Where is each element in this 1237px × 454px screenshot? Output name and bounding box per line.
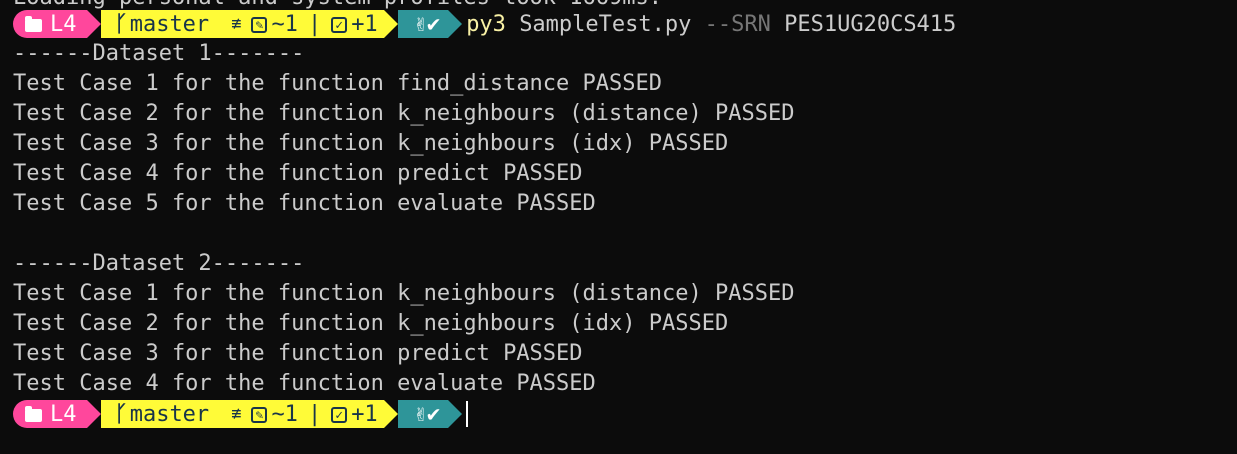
prompt-git-segment: ᚴ master ≢ ✎ ~1 | ✓ +1 (100, 10, 398, 38)
git-branch-icon: ᚴ (114, 11, 128, 37)
check-box-icon: ✓ (331, 17, 348, 33)
output-line: ------Dataset 2------- (13, 251, 305, 276)
command-flag: --SRN (704, 11, 771, 37)
output-line: Test Case 1 for the function find_distan… (13, 71, 663, 96)
git-branch-icon: ᚴ (114, 401, 128, 427)
output-line: Test Case 3 for the function k_neighbour… (13, 131, 729, 156)
prompt-staged-count: +1 (351, 11, 378, 37)
prompt-folder-name: L4 (50, 401, 77, 427)
output-line: Test Case 5 for the function evaluate PA… (13, 191, 596, 216)
output-line: Test Case 2 for the function k_neighbour… (13, 101, 795, 126)
output-line: Test Case 4 for the function evaluate PA… (13, 371, 596, 396)
prompt-branch-name: master (129, 11, 210, 37)
prompt-line-1: L4 ᚴ master ≢ ✎ ~1 | ✓ +1 ✌✔ py3 SampleT… (13, 10, 956, 38)
hand-check-icon: ✌✔ (413, 401, 441, 427)
prompt-modified-count: ~1 (271, 11, 298, 37)
edit-box-icon: ✎ (251, 407, 268, 423)
folder-icon (25, 405, 42, 422)
prompt-staged-count: +1 (351, 401, 378, 427)
folder-icon (25, 15, 42, 32)
output-line: Test Case 1 for the function k_neighbour… (13, 281, 795, 306)
check-box-icon: ✓ (331, 407, 348, 423)
command-value: PES1UG20CS415 (784, 11, 957, 37)
prompt-modified-count: ~1 (271, 401, 298, 427)
output-line: ------Dataset 1------- (13, 41, 305, 66)
prompt-folder-name: L4 (50, 11, 77, 37)
output-line: Test Case 2 for the function k_neighbour… (13, 311, 729, 336)
prompt-line-2: L4 ᚴ master ≢ ✎ ~1 | ✓ +1 ✌✔ (13, 400, 469, 428)
hand-check-icon: ✌✔ (413, 11, 441, 37)
prompt-git-segment: ᚴ master ≢ ✎ ~1 | ✓ +1 (100, 400, 398, 428)
output-line: Test Case 4 for the function predict PAS… (13, 161, 583, 186)
text-cursor[interactable] (466, 401, 469, 427)
prompt-status-segment: ✌✔ (397, 10, 462, 38)
prompt-folder-segment: L4 (13, 10, 100, 38)
prompt-divider: | (307, 401, 322, 427)
command-script: SampleTest.py (519, 11, 692, 37)
diverged-icon: ≢ (231, 14, 242, 34)
prompt-status-segment: ✌✔ (397, 400, 462, 428)
terminal-window[interactable]: Loading personal and system profiles too… (0, 0, 1237, 454)
command-program: py3 (466, 11, 506, 37)
prompt-divider: | (307, 11, 322, 37)
prompt-branch-name: master (129, 401, 210, 427)
edit-box-icon: ✎ (251, 17, 268, 33)
diverged-icon: ≢ (231, 404, 242, 424)
prompt-folder-segment: L4 (13, 400, 100, 428)
output-line: Test Case 3 for the function predict PAS… (13, 341, 583, 366)
